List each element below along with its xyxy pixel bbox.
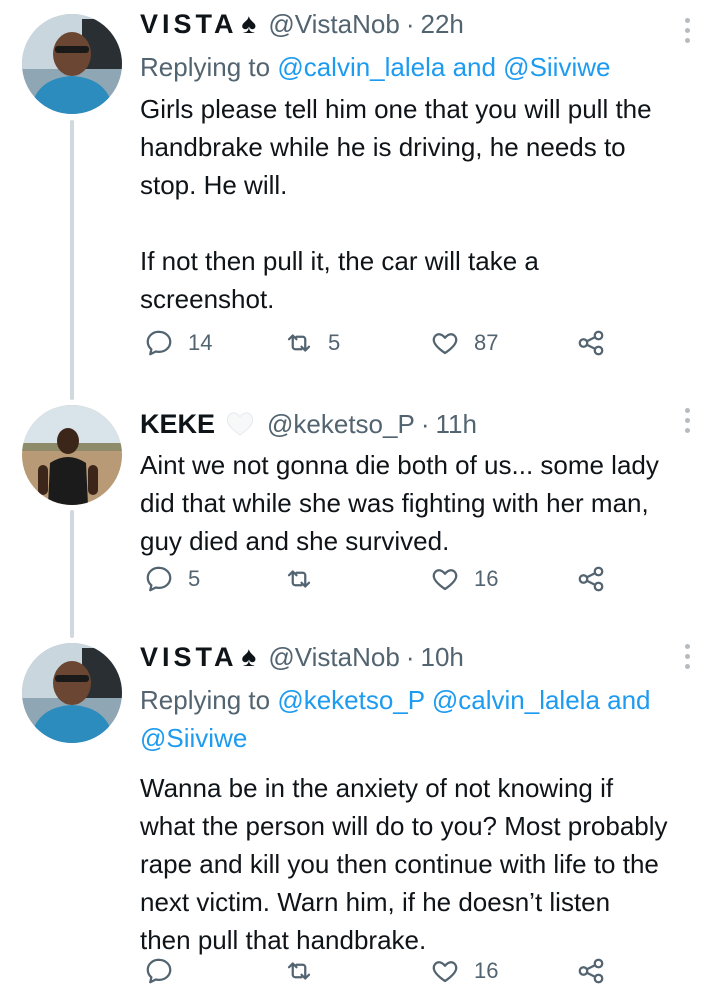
tweet-header: VISTA ♠ @VistaNob · 10h: [140, 641, 698, 681]
reply-button[interactable]: 14: [144, 328, 212, 358]
reply-count: 5: [188, 566, 201, 591]
timestamp[interactable]: 10h: [420, 642, 463, 673]
separator-dot: ·: [405, 9, 415, 39]
replying-to-label: Replying to: [140, 685, 271, 715]
tweet[interactable]: VISTA ♠ @VistaNob · 22h Replying to @cal…: [0, 0, 720, 400]
reply-icon: [146, 566, 172, 592]
reply-icon: [146, 958, 172, 984]
tweet-text-line: Girls please tell him one that you will …: [140, 94, 652, 124]
white-heart-icon: [226, 412, 254, 436]
tweet-text-line: did that while she was fighting with her…: [140, 488, 649, 518]
avatar[interactable]: [22, 643, 122, 743]
avatar[interactable]: [22, 405, 122, 505]
reply-icon: [146, 330, 172, 356]
tweet-header: KEKE @keketso_P · 11h: [140, 407, 698, 447]
timestamp[interactable]: 22h: [420, 9, 463, 40]
reply-mentions[interactable]: @keketso_P @calvin_lalela and: [277, 685, 650, 715]
share-button[interactable]: [576, 564, 606, 594]
tweet-text: Aint we not gonna die both of us... some…: [140, 446, 698, 560]
separator-dot: ·: [405, 642, 415, 672]
more-icon[interactable]: [682, 644, 692, 674]
replying-to: Replying to @keketso_P @calvin_lalela an…: [140, 681, 698, 719]
avatar[interactable]: [22, 14, 122, 114]
display-name[interactable]: VISTA: [140, 642, 238, 673]
retweet-button[interactable]: [284, 564, 328, 594]
tweet[interactable]: KEKE @keketso_P · 11h Aint we not gonna …: [0, 400, 720, 638]
like-count: 16: [474, 958, 499, 983]
tweet-text: Girls please tell him one that you will …: [140, 90, 698, 318]
spade-icon: ♠: [241, 641, 257, 672]
tweet-text-line: next victim. Warn him, if he doesn’t lis…: [140, 887, 611, 917]
tweet-text-line: screenshot.: [140, 284, 275, 314]
tweet[interactable]: VISTA ♠ @VistaNob · 10h Replying to @kek…: [0, 638, 720, 988]
reply-mentions[interactable]: @Siiviwe: [140, 723, 247, 753]
tweet-header: VISTA ♠ @VistaNob · 22h: [140, 8, 698, 48]
like-count: 16: [474, 566, 499, 591]
like-icon: [432, 961, 458, 983]
retweet-count: 5: [328, 330, 341, 355]
like-button[interactable]: 16: [430, 956, 498, 986]
like-button[interactable]: 87: [430, 328, 498, 358]
tweet-actions: 14 5 87: [140, 328, 620, 368]
display-name[interactable]: VISTA: [140, 9, 238, 40]
retweet-button[interactable]: [284, 956, 328, 986]
tweet-text-line: stop. He will.: [140, 170, 288, 200]
tweet-text-line: Aint we not gonna die both of us... some…: [140, 450, 659, 480]
tweet-text-line: guy died and she survived.: [140, 526, 450, 556]
replying-to: Replying to @calvin_lalela and @Siiviwe: [140, 48, 698, 86]
replying-to: @Siiviwe: [140, 719, 698, 757]
reply-mentions[interactable]: @calvin_lalela and @Siiviwe: [277, 52, 610, 82]
reply-count: 14: [188, 330, 213, 355]
tweet-text: Wanna be in the anxiety of not knowing i…: [140, 769, 698, 959]
share-icon: [578, 330, 604, 356]
like-button[interactable]: 16: [430, 564, 498, 594]
separator-dot: ·: [420, 409, 430, 439]
reply-button[interactable]: [144, 956, 188, 986]
reply-button[interactable]: 5: [144, 564, 200, 594]
more-icon[interactable]: [682, 18, 692, 48]
display-name[interactable]: KEKE: [140, 409, 215, 440]
tweet-text-line: Wanna be in the anxiety of not knowing i…: [140, 773, 614, 803]
retweet-button[interactable]: 5: [284, 328, 340, 358]
tweet-text-line: rape and kill you then continue with lif…: [140, 849, 659, 879]
tweet-text-line: handbrake while he is driving, he needs …: [140, 132, 626, 162]
tweet-text-line: then pull that handbrake.: [140, 925, 427, 955]
like-icon: [432, 333, 458, 355]
tweet-text-line: what the person will do to you? Most pro…: [140, 811, 668, 841]
user-handle[interactable]: @VistaNob: [268, 9, 399, 40]
tweet-actions: 5 16: [140, 564, 620, 604]
share-button[interactable]: [576, 956, 606, 986]
like-count: 87: [474, 330, 499, 355]
share-button[interactable]: [576, 328, 606, 358]
tweet-text-line: If not then pull it, the car will take a: [140, 246, 539, 276]
spade-icon: ♠: [241, 8, 257, 39]
more-icon[interactable]: [682, 408, 692, 438]
retweet-icon: [287, 962, 311, 980]
share-icon: [578, 958, 604, 984]
replying-to-label: Replying to: [140, 52, 271, 82]
tweet-actions: 16: [140, 956, 620, 988]
user-handle[interactable]: @VistaNob: [268, 642, 399, 673]
retweet-icon: [287, 334, 311, 352]
share-icon: [578, 566, 604, 592]
timestamp[interactable]: 11h: [436, 409, 477, 440]
like-icon: [432, 569, 458, 591]
user-handle[interactable]: @keketso_P: [267, 409, 415, 440]
retweet-icon: [287, 570, 311, 588]
